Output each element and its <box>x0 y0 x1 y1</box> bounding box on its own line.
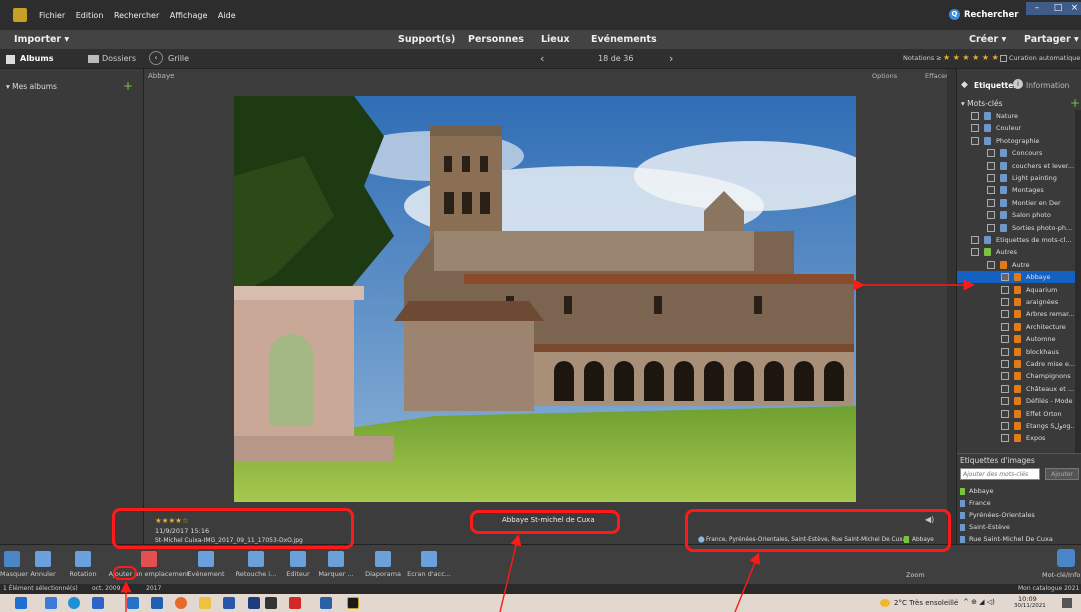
annotation-arrows <box>120 279 975 612</box>
arrow-location <box>734 552 761 612</box>
arrow-caption <box>499 534 522 612</box>
